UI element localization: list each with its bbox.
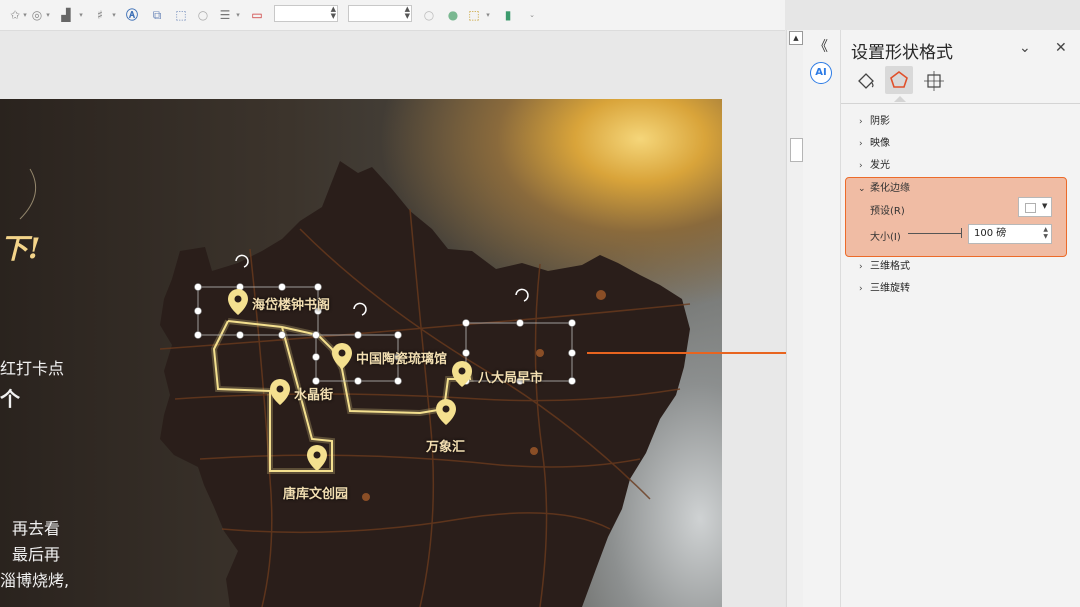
spin-arrows-icon[interactable]: ▲ ▼	[1043, 226, 1048, 240]
text-direction-icon[interactable]: Ⓐ	[124, 7, 140, 23]
pentagon-effects-icon[interactable]	[885, 66, 913, 94]
dropdown-arrow-icon[interactable]: ▾	[45, 7, 51, 23]
preset-label: 预设(R)	[870, 206, 905, 217]
group-icon[interactable]: ⬚	[174, 7, 188, 23]
slide-text-line5[interactable]: 淄博烧烤,	[0, 567, 69, 591]
dropdown-arrow-icon[interactable]: ▾	[235, 7, 241, 23]
pane-tab-row	[841, 66, 1080, 102]
format-shape-pane: 设置形状格式 ⌄ ✕ › 阴影 › 映像 › 发光 › 三维格式 › 三维旋转	[841, 30, 1080, 607]
map-label-taoci[interactable]: 中国陶瓷琉璃馆	[356, 348, 447, 367]
preset-swatch-icon	[1025, 203, 1036, 213]
dropdown-arrow-icon[interactable]: ▾	[22, 7, 28, 23]
ribbon-toolbar: ✩ ▾ ◎ ▾ ▟ ▾ ♯ ▾ Ⓐ ⧉ ⬚ ○ ☰ ▾ ▭ ▲ ▼ ▲ ▼ ○ ● …	[0, 0, 785, 31]
fill-circle-icon[interactable]: ○	[422, 7, 436, 23]
section-reflection-label: 映像	[870, 138, 890, 149]
section-glow[interactable]: › 发光	[859, 156, 890, 171]
bring-forward-icon[interactable]: ⧉	[150, 7, 164, 23]
scroll-thumb[interactable]	[790, 138, 803, 162]
size-slider-track[interactable]	[908, 233, 962, 234]
section-shadow-label: 阴影	[870, 116, 890, 127]
height-input[interactable]: ▲ ▼	[348, 5, 412, 22]
dropdown-arrow-icon[interactable]: ▾	[485, 7, 491, 23]
close-icon[interactable]: ✕	[1055, 40, 1067, 56]
collapse-pane-icon[interactable]: 《	[814, 36, 828, 56]
size-slider-thumb[interactable]	[961, 228, 962, 238]
circle-outline-icon[interactable]: ○	[196, 7, 210, 23]
dropdown-arrow-icon[interactable]: ▾	[111, 7, 117, 23]
map-label-wanxiang[interactable]: 万象汇	[426, 436, 465, 455]
shapes-icon[interactable]: ◎	[30, 7, 44, 23]
green-circle-icon[interactable]: ●	[446, 7, 460, 23]
map-label-haidai[interactable]: 海岱楼钟书阁	[252, 294, 330, 313]
align-icon[interactable]: ▟	[59, 7, 73, 23]
line-spacing-icon[interactable]: ☰	[218, 7, 232, 23]
slide-text-line3[interactable]: 再去看	[12, 515, 60, 539]
section-soft-edges-label: 柔化边缘	[870, 183, 910, 194]
size-value: 100 磅	[974, 228, 1007, 239]
ai-badge-label: AI	[815, 67, 827, 78]
width-input[interactable]: ▲ ▼	[274, 5, 338, 22]
dropdown-arrow-icon: ▼	[1042, 202, 1048, 210]
pane-divider	[841, 103, 1080, 104]
spin-arrows-icon[interactable]: ▲ ▼	[331, 6, 336, 20]
section-3d-rotation[interactable]: › 三维旋转	[859, 279, 910, 294]
slide-exclaim-text[interactable]: 下!	[0, 227, 40, 267]
side-rail: 《 AI	[803, 30, 841, 607]
crop-icon[interactable]: ♯	[93, 7, 107, 23]
star-icon[interactable]: ✩	[8, 7, 22, 23]
slide-text-line1[interactable]: 红打卡点	[0, 355, 64, 379]
more-icon[interactable]: ⌄	[527, 7, 537, 23]
red-marker-icon[interactable]: ▭	[250, 7, 264, 23]
slide-text-line4[interactable]: 最后再	[12, 541, 60, 565]
section-3d-rotation-label: 三维旋转	[870, 283, 910, 294]
soft-edges-highlight: ⌄ 柔化边缘 预设(R) ▼ 大小(I) 100 磅 ▲ ▼	[845, 177, 1067, 257]
size-layout-icon[interactable]	[921, 68, 947, 94]
bar-icon[interactable]: ▮	[503, 7, 513, 23]
chevron-right-icon: ›	[859, 117, 863, 127]
chevron-right-icon: ›	[859, 161, 863, 171]
section-3d-format-label: 三维格式	[870, 261, 910, 272]
cursor-icon[interactable]: ⬚	[467, 7, 481, 23]
section-soft-edges[interactable]: ⌄ 柔化边缘	[858, 179, 910, 194]
size-spin-input[interactable]: 100 磅 ▲ ▼	[968, 224, 1052, 244]
slide-text-line2[interactable]: 个	[0, 383, 20, 412]
chevron-down-icon: ⌄	[858, 184, 866, 194]
city-map-shape[interactable]	[160, 161, 690, 607]
active-tab-indicator	[894, 96, 906, 102]
map-label-shuijing[interactable]: 水晶街	[294, 384, 333, 403]
chevron-right-icon: ›	[859, 284, 863, 294]
decorative-curve	[19, 168, 37, 220]
fill-icon[interactable]	[853, 68, 879, 94]
preset-dropdown[interactable]: ▼	[1018, 197, 1052, 217]
map-label-tangku[interactable]: 唐库文创园	[283, 483, 348, 502]
scroll-up-icon[interactable]: ▲	[789, 31, 803, 45]
spin-arrows-icon[interactable]: ▲ ▼	[405, 6, 410, 20]
chevron-right-icon: ›	[859, 139, 863, 149]
section-glow-label: 发光	[870, 160, 890, 171]
size-label: 大小(I)	[870, 232, 901, 243]
dropdown-arrow-icon[interactable]: ▾	[78, 7, 84, 23]
map-label-badaju[interactable]: 八大局早市	[478, 367, 543, 386]
ai-assistant-icon[interactable]: AI	[810, 62, 832, 84]
section-shadow[interactable]: › 阴影	[859, 112, 890, 127]
section-reflection[interactable]: › 映像	[859, 134, 890, 149]
chevron-right-icon: ›	[859, 262, 863, 272]
pane-options-icon[interactable]: ⌄	[1019, 40, 1031, 56]
pane-title: 设置形状格式	[851, 43, 953, 63]
section-3d-format[interactable]: › 三维格式	[859, 257, 910, 272]
